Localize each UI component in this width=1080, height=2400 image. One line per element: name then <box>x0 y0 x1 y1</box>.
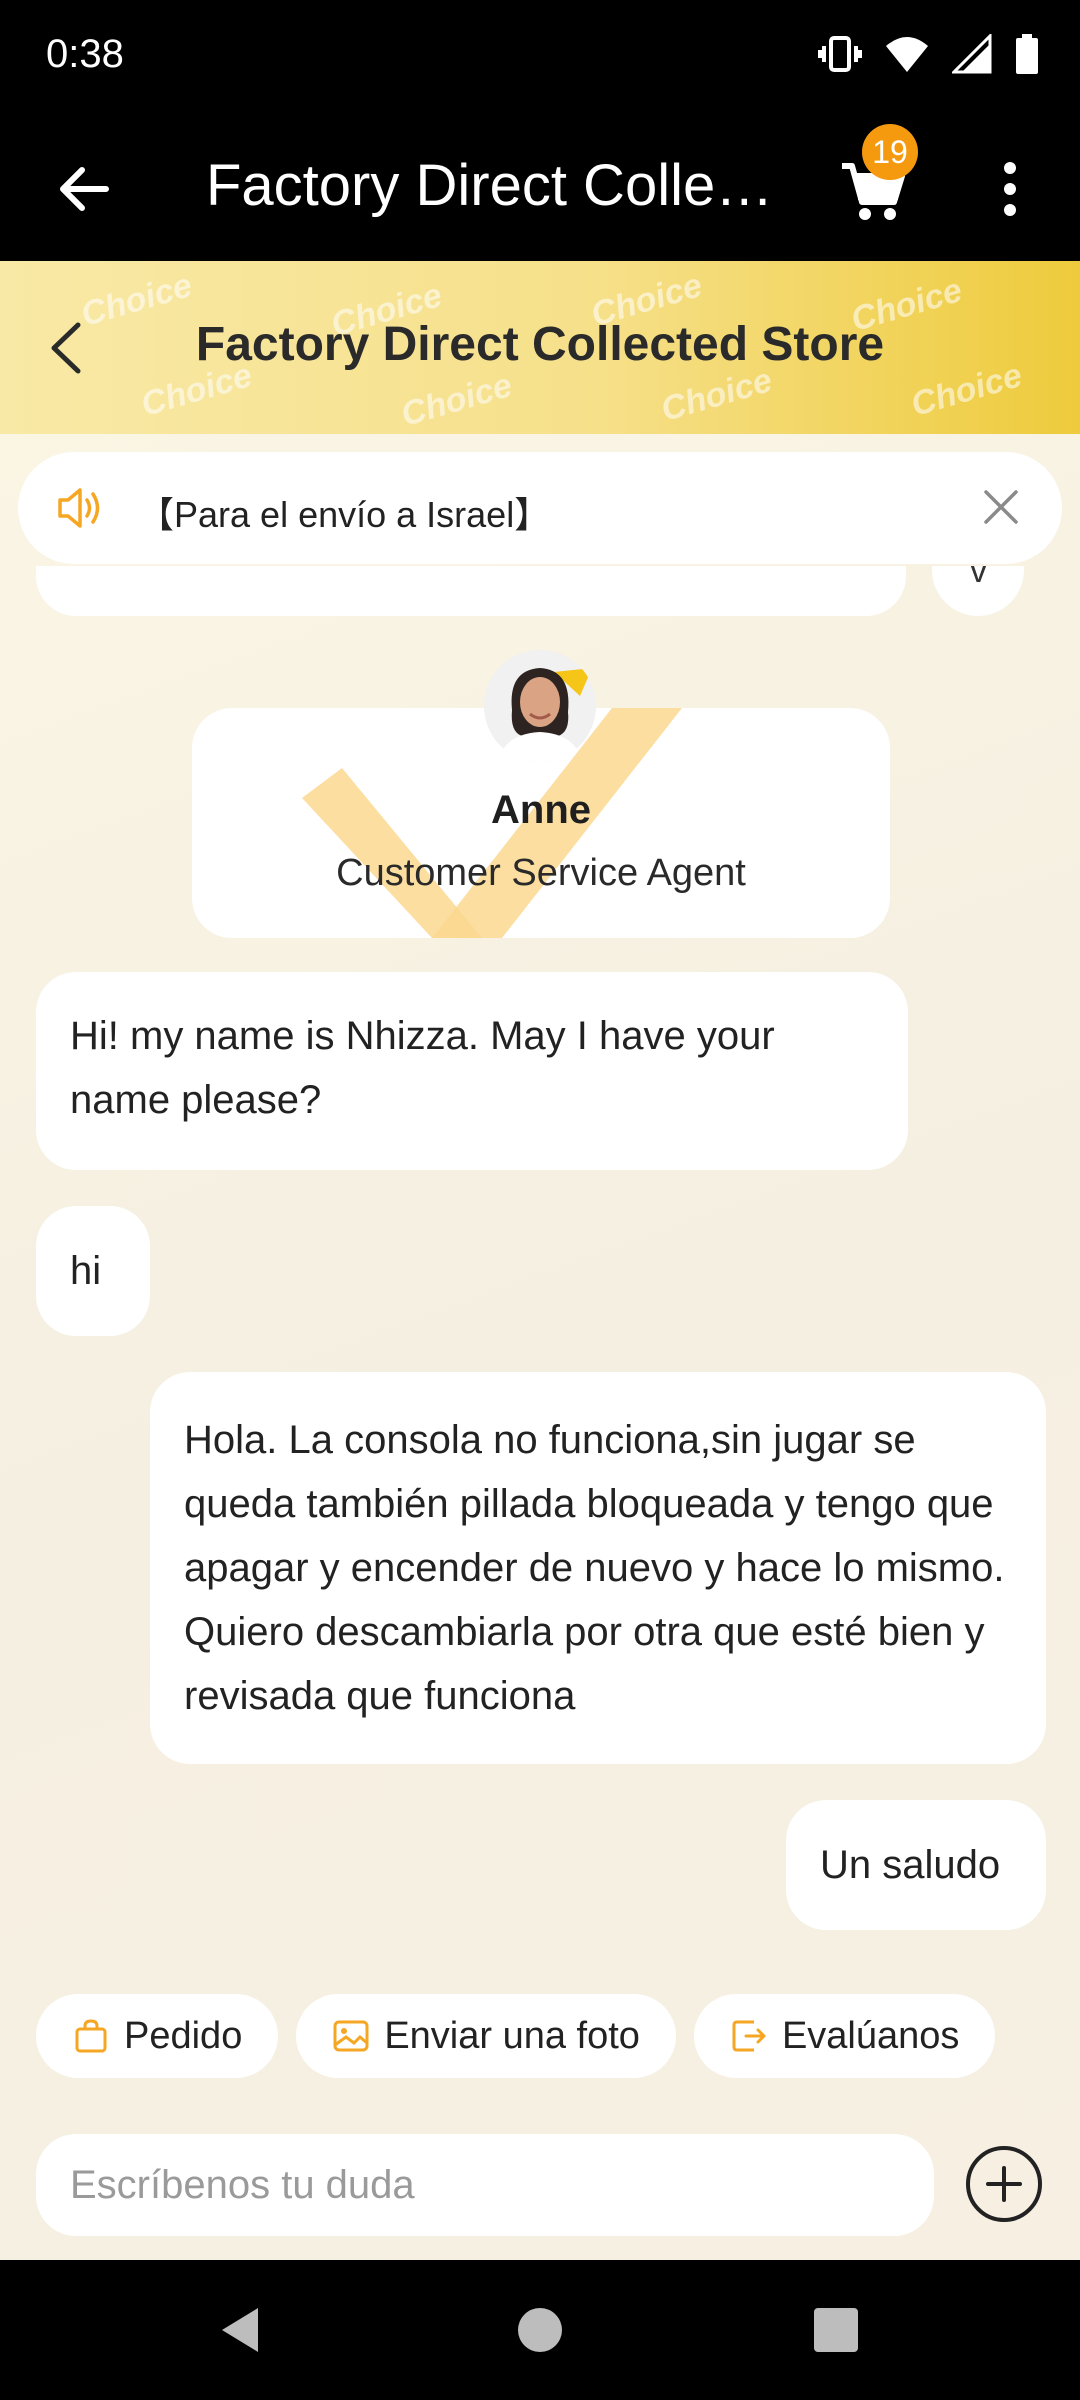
order-button[interactable]: Pedido <box>36 1994 279 2078</box>
chat-area[interactable]: v 【Para el envío a Israel】 Anne Customer… <box>0 434 1080 2260</box>
image-icon <box>333 2020 369 2052</box>
send-photo-button[interactable]: Enviar una foto <box>296 1994 676 2078</box>
notice-text: 【Para el envío a Israel】 <box>138 494 551 535</box>
close-icon[interactable] <box>980 486 1022 528</box>
signal-icon <box>952 34 992 74</box>
nav-recents-icon[interactable] <box>814 2308 858 2352</box>
message-input[interactable] <box>36 2134 934 2236</box>
nav-home-icon[interactable] <box>518 2308 562 2352</box>
previous-message-bubble <box>36 566 906 616</box>
agent-name: Anne <box>491 788 591 832</box>
status-bar: 0:38 <box>0 0 1080 116</box>
vibrate-icon <box>818 36 862 72</box>
app-title: Factory Direct Collec… <box>206 153 786 218</box>
message-bubble: hi <box>36 1206 150 1336</box>
store-title: Factory Direct Collected Store <box>195 318 885 371</box>
message-bubble: Un saludo <box>786 1800 1046 1930</box>
bag-icon <box>75 2019 107 2053</box>
back-arrow-icon[interactable] <box>50 154 120 224</box>
nav-back-icon[interactable] <box>218 2304 262 2356</box>
quick-actions: Pedido Enviar una foto Evalúanos <box>36 1994 996 2078</box>
rate-icon <box>732 2020 766 2052</box>
plus-circle-icon[interactable] <box>964 2144 1044 2224</box>
wifi-icon <box>886 37 928 72</box>
system-nav-bar <box>0 2260 1080 2400</box>
store-header: Choice Choice Choice Choice Choice Choic… <box>0 261 1080 434</box>
rate-us-button[interactable]: Evalúanos <box>693 1994 996 2078</box>
speaker-icon <box>58 488 100 528</box>
status-icons <box>818 34 1040 74</box>
previous-message-avatar: v <box>932 566 1024 616</box>
agent-role: Customer Service Agent <box>336 852 746 894</box>
cart-count-badge: 19 <box>862 124 918 180</box>
more-options-icon[interactable] <box>990 154 1030 224</box>
app-bar: Factory Direct Collec… 19 <box>0 116 1080 261</box>
send-photo-label: Enviar una foto <box>384 2014 640 2057</box>
message-input-wrapper[interactable] <box>36 2134 934 2236</box>
status-time: 0:38 <box>46 32 124 76</box>
order-label: Pedido <box>124 2014 243 2057</box>
rate-us-label: Evalúanos <box>781 2014 960 2057</box>
message-bubble: Hola. La consola no funciona,sin jugar s… <box>150 1372 1046 1764</box>
message-bubble: Hi! my name is Nhizza. May I have your n… <box>36 972 908 1170</box>
avatar-image <box>484 650 596 762</box>
watermark: Choice <box>396 366 517 434</box>
agent-avatar <box>484 650 596 762</box>
notice-banner[interactable]: 【Para el envío a Israel】 <box>18 452 1062 564</box>
battery-icon <box>1016 34 1038 74</box>
